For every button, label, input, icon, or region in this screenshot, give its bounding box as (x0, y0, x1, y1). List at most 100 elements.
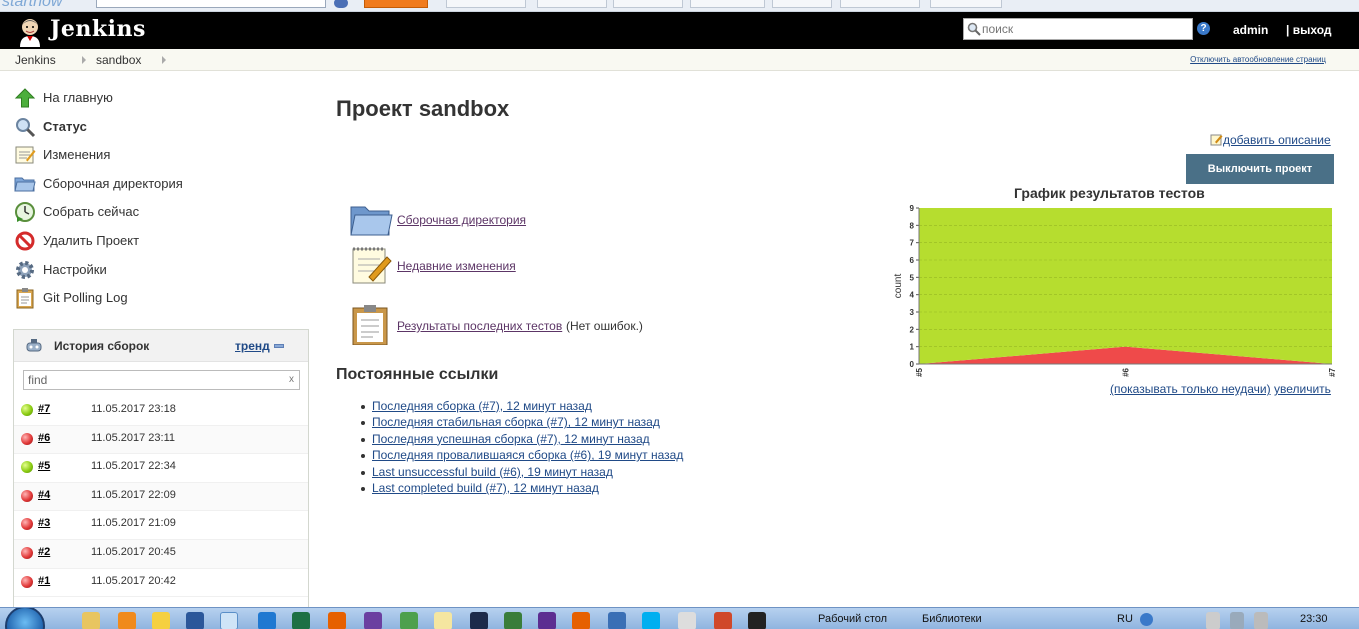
trend-link[interactable]: тренд (235, 339, 270, 353)
skype-icon[interactable] (642, 612, 660, 629)
show-failures-only-link[interactable]: (показывать только неудачи) (1110, 382, 1271, 396)
notepad-icon[interactable] (349, 245, 393, 285)
browser-toolbar-button[interactable] (613, 0, 683, 8)
build-row[interactable]: #5 11.05.2017 22:34 (14, 454, 308, 483)
build-number[interactable]: #1 (38, 575, 50, 587)
build-date[interactable]: 11.05.2017 22:34 (91, 460, 176, 472)
app-icon[interactable] (714, 612, 732, 629)
task-home[interactable]: На главную (14, 85, 304, 114)
taskbar-toolbar-libraries[interactable]: Библиотеки (922, 613, 982, 625)
search-input[interactable] (982, 21, 1187, 37)
build-row[interactable]: #4 11.05.2017 22:09 (14, 482, 308, 512)
build-row[interactable]: #3 11.05.2017 21:09 (14, 511, 308, 540)
browser-toolbar-button[interactable] (840, 0, 920, 8)
build-filter-input[interactable] (28, 373, 278, 387)
build-row[interactable]: #7 11.05.2017 23:18 (14, 397, 308, 426)
build-number[interactable]: #4 (38, 489, 50, 501)
disable-project-button[interactable]: Выключить проект (1186, 154, 1334, 184)
disable-autorefresh-link[interactable]: Отключить автообновление страниц (1190, 55, 1326, 64)
breadcrumb-arrow-icon[interactable] (162, 56, 166, 64)
recent-changes-link[interactable]: Недавние изменения (397, 259, 516, 273)
add-description-link[interactable]: добавить описание (1210, 133, 1331, 147)
help-icon[interactable] (1140, 613, 1153, 626)
build-row[interactable]: #1 11.05.2017 20:42 (14, 569, 308, 598)
permalink-last-unsuccessful[interactable]: Last unsuccessful build (#6), 19 минут н… (372, 465, 613, 479)
permalink-last-build[interactable]: Последняя сборка (#7), 12 минут назад (372, 399, 592, 413)
firefox-icon[interactable] (572, 612, 590, 629)
build-date[interactable]: 11.05.2017 22:09 (91, 489, 176, 501)
folder-icon[interactable] (349, 199, 393, 239)
browser-search-button[interactable] (364, 0, 428, 8)
permalink-last-completed[interactable]: Last completed build (#7), 12 минут наза… (372, 481, 599, 495)
task-git-polling-log[interactable]: Git Polling Log (14, 285, 304, 314)
task-build-now[interactable]: Собрать сейчас (14, 199, 304, 228)
app-icon[interactable] (678, 612, 696, 629)
photoshop-icon[interactable] (470, 612, 488, 629)
1c-icon[interactable] (152, 612, 170, 629)
firefox-icon[interactable] (328, 612, 346, 629)
app-icon[interactable] (400, 612, 418, 629)
media-player-icon[interactable] (118, 612, 136, 629)
build-date[interactable]: 11.05.2017 21:09 (91, 517, 176, 529)
word-icon[interactable] (186, 612, 204, 629)
search-box[interactable] (963, 18, 1193, 40)
build-date[interactable]: 11.05.2017 20:45 (91, 546, 176, 558)
brand-name[interactable]: Jenkins (50, 16, 146, 42)
browser-toolbar-button[interactable] (537, 0, 607, 8)
excel-icon[interactable] (292, 612, 310, 629)
help-icon[interactable]: ? (1197, 22, 1210, 35)
workspace-link[interactable]: Сборочная директория (397, 213, 526, 227)
breadcrumb-jenkins[interactable]: Jenkins (15, 53, 56, 67)
test-result-trend-chart[interactable]: 0 1 2 3 4 5 6 7 8 9 #5 #6 #7 count (890, 200, 1340, 380)
app-icon[interactable] (748, 612, 766, 629)
clock[interactable]: 23:30 (1300, 613, 1328, 625)
visio-icon[interactable] (538, 612, 556, 629)
build-date[interactable]: 11.05.2017 23:11 (91, 432, 175, 444)
permalink-last-stable[interactable]: Последняя стабильная сборка (#7), 12 мин… (372, 415, 660, 429)
task-configure[interactable]: Настройки (14, 257, 304, 286)
browser-toolbar-button[interactable] (446, 0, 526, 8)
build-number[interactable]: #5 (38, 460, 50, 472)
task-changes[interactable]: Изменения (14, 142, 304, 171)
ie-icon[interactable] (258, 612, 276, 629)
app-icon[interactable] (364, 612, 382, 629)
enlarge-chart-link[interactable]: увеличить (1274, 382, 1331, 396)
logout-link[interactable]: | выход (1286, 23, 1331, 37)
build-date[interactable]: 11.05.2017 20:42 (91, 575, 176, 587)
build-number[interactable]: #2 (38, 546, 50, 558)
task-workspace[interactable]: Сборочная директория (14, 171, 304, 200)
browser-go-button[interactable] (334, 0, 348, 8)
build-number[interactable]: #7 (38, 403, 50, 415)
browser-toolbar-button[interactable] (690, 0, 765, 8)
collapse-icon[interactable] (274, 344, 284, 348)
task-delete-project[interactable]: Удалить Проект (14, 228, 304, 257)
breadcrumb-arrow-icon[interactable] (82, 56, 86, 64)
build-number[interactable]: #6 (38, 432, 50, 444)
signal-icon[interactable] (1230, 612, 1244, 629)
build-filter[interactable]: x (23, 370, 300, 390)
user-link[interactable]: admin (1233, 23, 1268, 37)
explorer-icon[interactable] (82, 612, 100, 629)
build-row[interactable]: #6 11.05.2017 23:11 (14, 425, 308, 455)
permalink-last-successful[interactable]: Последняя успешная сборка (#7), 12 минут… (372, 432, 650, 446)
test-results-link[interactable]: Результаты последних тестов (397, 319, 562, 333)
flag-icon[interactable] (1206, 612, 1220, 629)
build-row[interactable]: #2 11.05.2017 20:45 (14, 539, 308, 569)
network-icon[interactable] (220, 612, 238, 629)
browser-search-box[interactable] (96, 0, 326, 8)
notepad-app-icon[interactable] (434, 612, 452, 629)
clipboard-icon[interactable] (349, 305, 393, 345)
project-icon[interactable] (504, 612, 522, 629)
start-button[interactable] (5, 608, 45, 629)
taskbar-toolbar-desktop[interactable]: Рабочий стол (818, 613, 887, 625)
build-date[interactable]: 11.05.2017 23:18 (91, 403, 176, 415)
breadcrumb-sandbox[interactable]: sandbox (96, 53, 141, 67)
volume-icon[interactable] (1254, 612, 1268, 629)
browser-toolbar-button[interactable] (772, 0, 832, 8)
build-number[interactable]: #3 (38, 517, 50, 529)
language-indicator[interactable]: RU (1117, 613, 1133, 625)
app-icon[interactable] (608, 612, 626, 629)
browser-toolbar-button[interactable] (930, 0, 1002, 8)
task-status[interactable]: Статус (14, 114, 304, 143)
clear-filter-icon[interactable]: x (289, 374, 294, 385)
